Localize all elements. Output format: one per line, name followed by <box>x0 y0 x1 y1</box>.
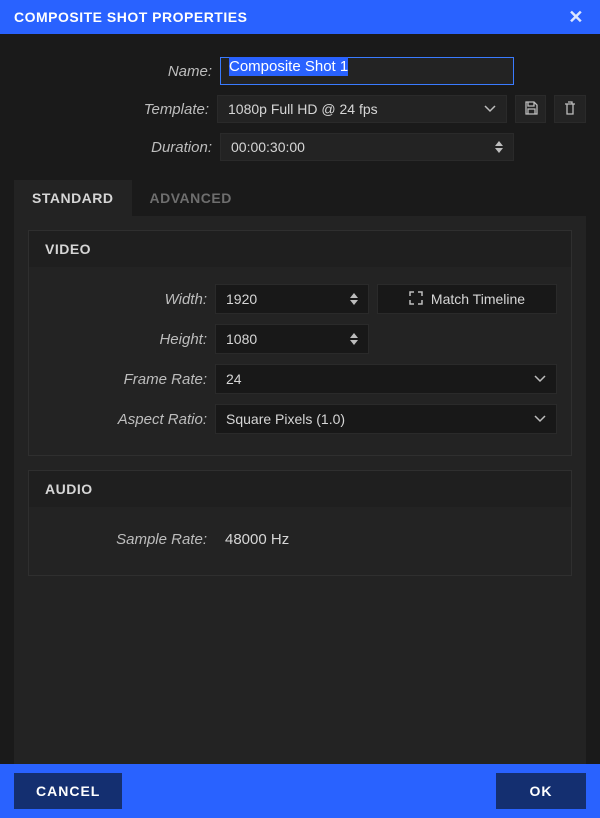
width-stepper[interactable] <box>350 293 358 305</box>
trash-icon <box>562 100 578 119</box>
dialog-body: Name: Composite Shot 1 Template: 1080p F… <box>0 34 600 781</box>
template-value: 1080p Full HD @ 24 fps <box>228 101 378 117</box>
tab-content-standard: VIDEO Width: 1920 <box>14 216 586 771</box>
height-input[interactable]: 1080 <box>215 324 369 354</box>
aspect-ratio-dropdown[interactable]: Square Pixels (1.0) <box>215 404 557 434</box>
tab-strip: STANDARD ADVANCED <box>14 180 586 216</box>
delete-template-button[interactable] <box>554 95 586 123</box>
frame-rate-dropdown[interactable]: 24 <box>215 364 557 394</box>
duration-value: 00:00:30:00 <box>231 139 495 155</box>
dialog-title: COMPOSITE SHOT PROPERTIES <box>14 9 564 25</box>
frame-rate-value: 24 <box>226 371 534 387</box>
sample-rate-label: Sample Rate: <box>43 531 207 548</box>
width-value: 1920 <box>226 291 350 307</box>
template-dropdown[interactable]: 1080p Full HD @ 24 fps <box>217 95 507 123</box>
duration-label: Duration: <box>14 139 212 156</box>
sample-rate-value: 48000 Hz <box>215 531 289 548</box>
expand-icon <box>409 291 423 308</box>
stepper-down-icon[interactable] <box>350 340 358 345</box>
template-label: Template: <box>14 101 209 118</box>
audio-section: AUDIO Sample Rate: 48000 Hz <box>28 470 572 576</box>
save-icon <box>523 100 539 119</box>
stepper-up-icon[interactable] <box>350 293 358 298</box>
aspect-ratio-value: Square Pixels (1.0) <box>226 411 534 427</box>
dialog-titlebar: COMPOSITE SHOT PROPERTIES ✕ <box>0 0 600 34</box>
match-timeline-button[interactable]: Match Timeline <box>377 284 557 314</box>
aspect-ratio-label: Aspect Ratio: <box>43 411 207 428</box>
match-timeline-label: Match Timeline <box>431 291 525 307</box>
tab-advanced[interactable]: ADVANCED <box>132 180 250 216</box>
chevron-down-icon <box>484 105 496 113</box>
width-label: Width: <box>43 291 207 308</box>
audio-header: AUDIO <box>29 471 571 507</box>
cancel-button[interactable]: CANCEL <box>14 773 122 809</box>
stepper-up-icon[interactable] <box>495 141 503 146</box>
width-input[interactable]: 1920 <box>215 284 369 314</box>
duration-stepper[interactable] <box>495 141 503 153</box>
video-section: VIDEO Width: 1920 <box>28 230 572 456</box>
ok-button[interactable]: OK <box>496 773 586 809</box>
close-icon[interactable]: ✕ <box>564 7 588 28</box>
name-label: Name: <box>14 63 212 80</box>
height-label: Height: <box>43 331 207 348</box>
height-value: 1080 <box>226 331 350 347</box>
tab-standard[interactable]: STANDARD <box>14 180 132 216</box>
name-input-selection: Composite Shot 1 <box>229 57 348 76</box>
duration-input[interactable]: 00:00:30:00 <box>220 133 514 161</box>
height-stepper[interactable] <box>350 333 358 345</box>
name-input[interactable]: Composite Shot 1 <box>220 57 514 85</box>
button-bar: CANCEL OK <box>0 764 600 818</box>
save-template-button[interactable] <box>515 95 547 123</box>
stepper-up-icon[interactable] <box>350 333 358 338</box>
chevron-down-icon <box>534 415 546 423</box>
chevron-down-icon <box>534 375 546 383</box>
stepper-down-icon[interactable] <box>495 148 503 153</box>
video-header: VIDEO <box>29 231 571 267</box>
frame-rate-label: Frame Rate: <box>43 371 207 388</box>
stepper-down-icon[interactable] <box>350 300 358 305</box>
